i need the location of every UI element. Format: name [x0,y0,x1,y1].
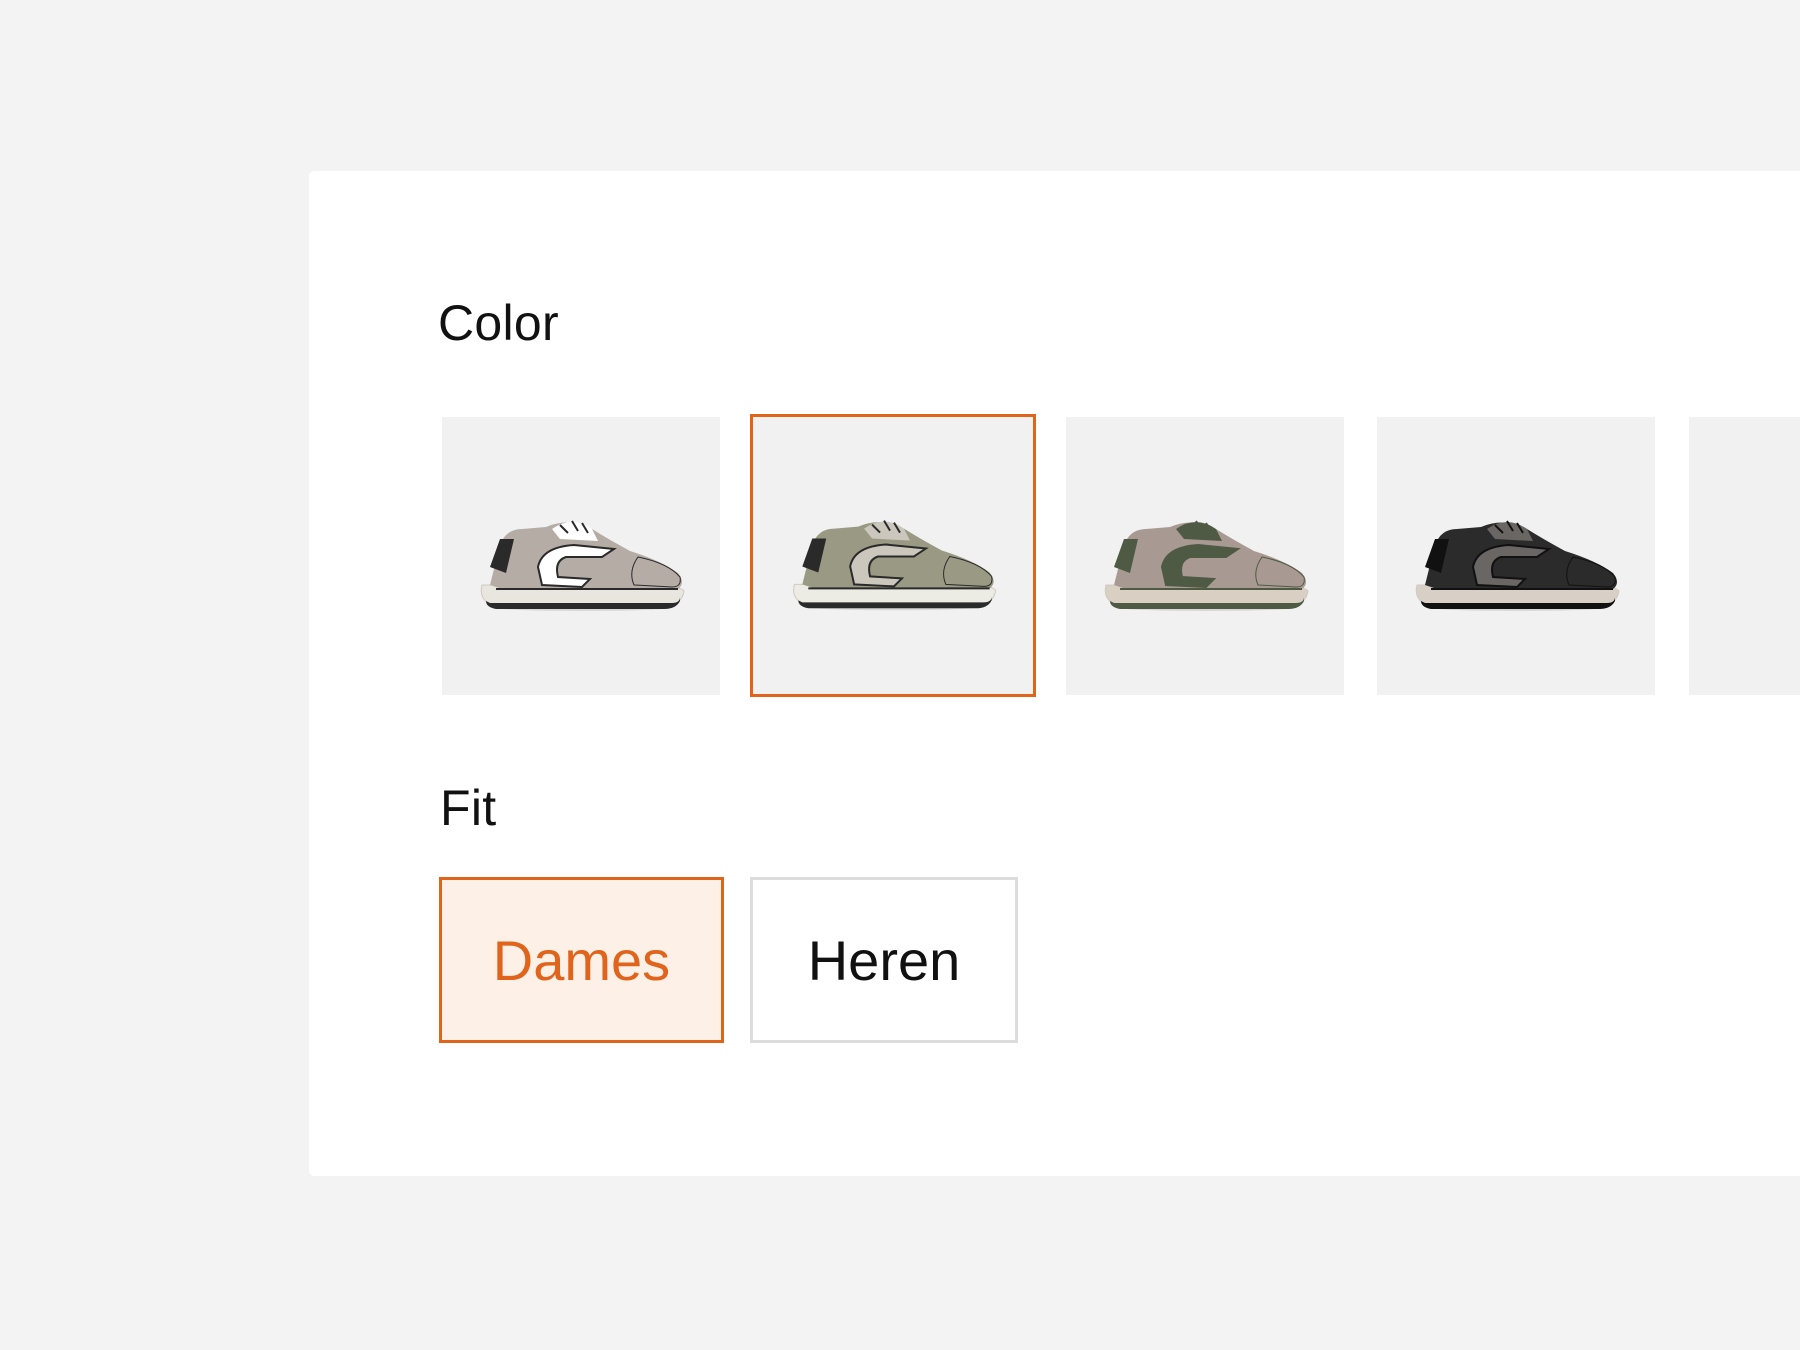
sneaker-taupe-green-icon [1104,520,1309,611]
product-options-card: Color Fit Dames Heren [309,171,1800,1176]
sneaker-grey-white-icon [480,520,685,611]
color-swatch-3[interactable] [1066,417,1344,695]
sneaker-black-icon [1415,520,1620,611]
color-swatch-5[interactable] [1689,417,1800,695]
fit-option-dames[interactable]: Dames [439,877,724,1043]
fit-option-heren[interactable]: Heren [750,877,1018,1043]
sneaker-olive-icon [793,520,997,611]
sneaker-stone-icon [1689,417,1800,695]
color-swatch-1[interactable] [442,417,720,695]
fit-section-title: Fit [440,780,497,836]
color-swatch-4[interactable] [1377,417,1655,695]
color-swatch-2[interactable] [750,414,1036,697]
